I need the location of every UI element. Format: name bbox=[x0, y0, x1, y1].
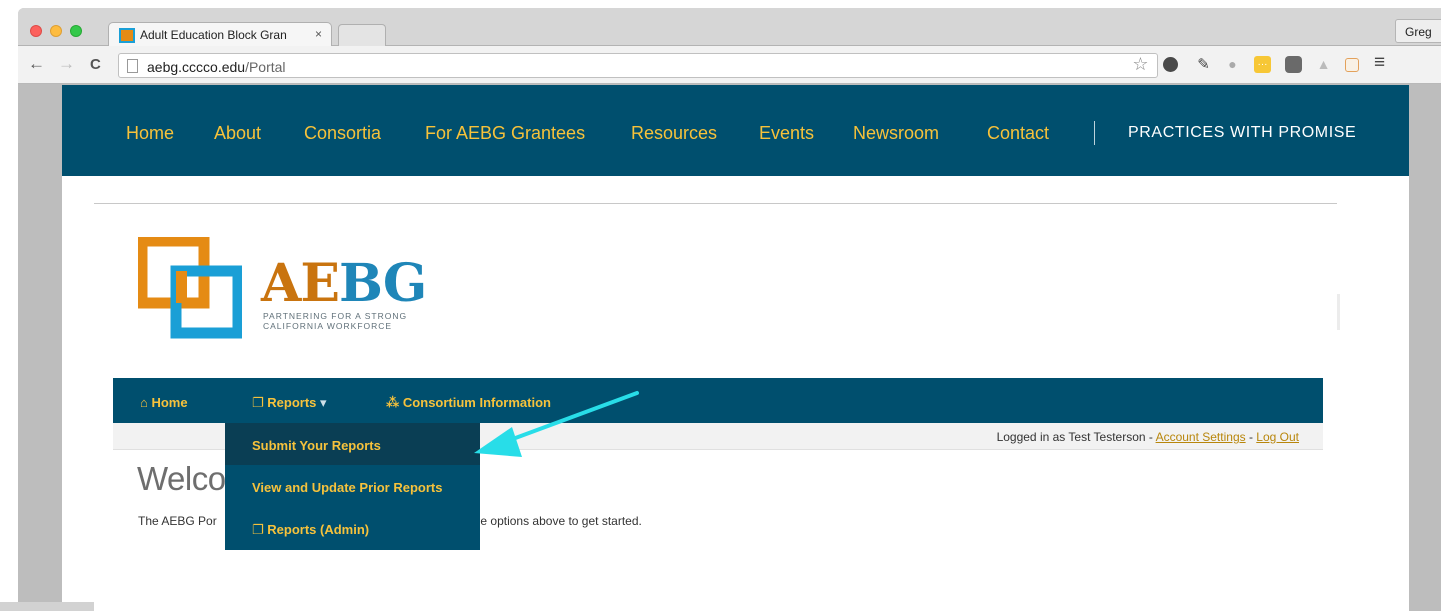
star-icon[interactable]: ☆ bbox=[1132, 55, 1149, 73]
reports-admin-icon: ❐ bbox=[252, 522, 268, 537]
tools-icon[interactable]: ✎ bbox=[1195, 56, 1212, 73]
topnav-contact[interactable]: Contact bbox=[987, 123, 1049, 144]
desktop-corner bbox=[0, 602, 94, 611]
topnav-resources[interactable]: Resources bbox=[631, 123, 717, 144]
notes-icon[interactable]: ··· bbox=[1254, 56, 1271, 73]
site-top-nav: Home About Consortia For AEBG Grantees R… bbox=[62, 85, 1409, 176]
tab-title: Adult Education Block Gran bbox=[140, 28, 287, 42]
topnav-newsroom[interactable]: Newsroom bbox=[853, 123, 939, 144]
menu-item-submit-reports[interactable]: Submit Your Reports bbox=[225, 423, 480, 465]
evernote-icon[interactable] bbox=[1163, 57, 1178, 72]
close-window-button[interactable] bbox=[30, 25, 42, 37]
url-path: /Portal bbox=[245, 59, 286, 75]
login-status: Logged in as Test Testerson - Account Se… bbox=[997, 430, 1299, 444]
menu-item-view-prior-reports[interactable]: View and Update Prior Reports bbox=[225, 465, 480, 507]
intro-text-left: The AEBG Por bbox=[138, 514, 217, 528]
maximize-window-button[interactable] bbox=[70, 25, 82, 37]
logged-in-text: Logged in as Test Testerson - bbox=[996, 430, 1156, 444]
tagline-line-1: PARTNERING FOR A STRONG bbox=[263, 311, 408, 321]
new-tab-button[interactable] bbox=[338, 24, 386, 46]
chat-icon[interactable]: ● bbox=[1224, 56, 1241, 73]
site-page: Home About Consortia For AEBG Grantees R… bbox=[62, 85, 1409, 611]
aebg-favicon-icon bbox=[119, 28, 135, 43]
page-viewport: Home About Consortia For AEBG Grantees R… bbox=[18, 85, 1441, 611]
forward-arrow-icon[interactable]: → bbox=[58, 54, 75, 74]
portal-nav-reports-label: Reports bbox=[267, 395, 317, 410]
sitemap-icon: ⁂ bbox=[386, 395, 403, 410]
aebg-logo-icon[interactable] bbox=[138, 237, 242, 339]
portal-nav-home-label: Home bbox=[151, 395, 188, 410]
browser-window: Adult Education Block Gran × Greg ← → C … bbox=[18, 8, 1441, 611]
aebg-wordmark[interactable]: AEBG bbox=[261, 253, 427, 314]
profile-button[interactable]: Greg bbox=[1395, 19, 1441, 43]
minimize-window-button[interactable] bbox=[50, 25, 62, 37]
address-bar[interactable]: aebg.cccco.edu/Portal bbox=[118, 53, 1158, 78]
menu-icon[interactable]: ≡ bbox=[1371, 53, 1388, 72]
practices-with-promise-link[interactable]: PRACTICES WITH PROMISE bbox=[1128, 124, 1356, 142]
back-arrow-icon[interactable]: ← bbox=[28, 54, 45, 74]
topnav-home[interactable]: Home bbox=[126, 123, 174, 144]
menu-item-reports-admin[interactable]: ❐ Reports (Admin) bbox=[225, 507, 480, 549]
portal-nav: ⌂ Home ❐ Reports ▾ ⁂ Consortium Informat… bbox=[113, 378, 1323, 423]
browser-toolbar: ← → C aebg.cccco.edu/Portal ☆ ✎ ● ··· ▲ … bbox=[18, 46, 1441, 84]
topnav-divider bbox=[1094, 121, 1095, 145]
portal-nav-home[interactable]: ⌂ Home bbox=[140, 395, 188, 410]
page-edge-mark bbox=[1337, 294, 1340, 330]
tab-close-icon[interactable]: × bbox=[315, 27, 322, 41]
wordmark-ae: AE bbox=[261, 253, 340, 314]
welcome-heading: Welco bbox=[137, 460, 226, 497]
topnav-events[interactable]: Events bbox=[759, 123, 814, 144]
log-out-link[interactable]: Log Out bbox=[1256, 430, 1299, 444]
portal-nav-reports[interactable]: ❐ Reports ▾ bbox=[252, 395, 327, 411]
calendar-icon[interactable] bbox=[1345, 58, 1359, 72]
url-host: aebg.cccco.edu bbox=[147, 59, 246, 75]
logo-tagline: PARTNERING FOR A STRONG CALIFORNIA WORKF… bbox=[263, 311, 407, 331]
account-separator: - bbox=[1245, 430, 1257, 444]
browser-tab-active[interactable]: Adult Education Block Gran × bbox=[108, 22, 332, 47]
reports-dropdown-menu: Submit Your Reports View and Update Prio… bbox=[225, 423, 480, 550]
home-icon: ⌂ bbox=[140, 395, 152, 410]
reload-icon[interactable]: C bbox=[90, 56, 101, 73]
annotation-arrow-icon bbox=[474, 391, 639, 457]
reports-icon: ❐ bbox=[252, 395, 268, 410]
pocket-icon[interactable] bbox=[1285, 56, 1302, 73]
topnav-aebg-grantees[interactable]: For AEBG Grantees bbox=[425, 123, 585, 144]
reports-admin-label: Reports (Admin) bbox=[267, 522, 370, 537]
wordmark-bg: BG bbox=[338, 253, 427, 314]
page-icon bbox=[127, 59, 138, 73]
drive-icon[interactable]: ▲ bbox=[1315, 56, 1332, 73]
browser-titlebar: Adult Education Block Gran × Greg bbox=[18, 8, 1441, 47]
tagline-line-2: CALIFORNIA WORKFORCE bbox=[263, 321, 393, 331]
topnav-consortia[interactable]: Consortia bbox=[304, 123, 381, 144]
header-divider bbox=[94, 203, 1337, 204]
account-settings-link[interactable]: Account Settings bbox=[1156, 430, 1246, 444]
url-text[interactable]: aebg.cccco.edu/Portal bbox=[147, 59, 286, 75]
chevron-down-icon: ▾ bbox=[316, 395, 327, 410]
topnav-about[interactable]: About bbox=[214, 123, 261, 144]
